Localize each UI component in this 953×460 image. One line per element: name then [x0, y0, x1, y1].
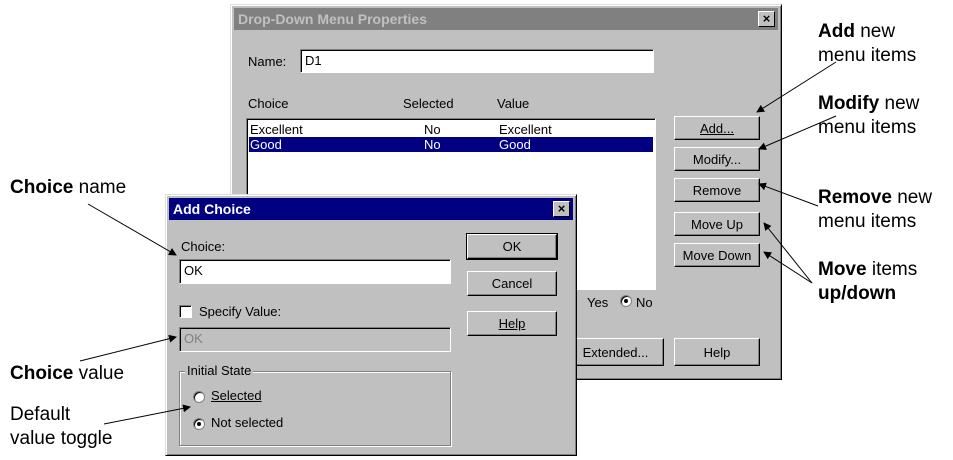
modify-button-label: Modify... — [692, 151, 742, 167]
annotation-rest: value — [73, 363, 125, 384]
radio-selected[interactable] — [193, 391, 205, 403]
name-input[interactable]: D1 — [300, 49, 654, 73]
choice-label: Choice: — [181, 239, 226, 254]
cancel-button-label: Cancel — [491, 276, 533, 291]
add-button[interactable]: Add... — [674, 116, 760, 140]
move-down-button-label: Move Down — [682, 247, 752, 263]
annotation-add: Add new menu items — [818, 20, 916, 68]
help-button-label: Help — [703, 344, 731, 360]
add-button-label: Add... — [700, 120, 734, 136]
annotation-line2: menu items — [818, 211, 917, 232]
cancel-button[interactable]: Cancel — [467, 271, 557, 296]
column-header-value: Value — [497, 96, 530, 111]
close-button[interactable]: × — [758, 11, 775, 27]
annotation-bold: Choice — [10, 177, 74, 198]
dialog-title: Add Choice — [173, 201, 251, 217]
specify-value-label: Specify Value: — [199, 304, 282, 319]
extended-button[interactable]: Extended... — [567, 338, 664, 366]
dialog-title: Drop-Down Menu Properties — [238, 11, 428, 27]
annotation-line2: menu items — [818, 117, 917, 138]
arrow-choice-value — [79, 334, 177, 362]
annotation-bold: Move — [818, 259, 867, 280]
remove-button-label: Remove — [692, 182, 742, 198]
annotation-modify: Modify new menu items — [818, 92, 919, 140]
row-value: Good — [499, 137, 531, 152]
name-label: Name: — [248, 54, 287, 69]
initial-state-group — [179, 371, 451, 446]
annotation-bold: Choice — [10, 363, 74, 384]
help-button[interactable]: Help — [467, 311, 557, 336]
radio-no-label: No — [636, 295, 653, 310]
annotation-rest: new — [854, 21, 896, 42]
annotation-choice-value: Choice value — [10, 362, 124, 386]
row-choice: Good — [250, 137, 282, 152]
radio-not-selected-label: Not selected — [211, 415, 284, 430]
specify-value-checkbox[interactable] — [179, 305, 192, 318]
list-item[interactable]: Good No Good — [249, 137, 653, 152]
annotation-bold: Add — [818, 21, 855, 42]
ok-button[interactable]: OK — [466, 233, 558, 260]
close-icon: × — [762, 11, 771, 26]
close-button[interactable]: × — [553, 201, 570, 217]
radio-yes-label: Yes — [587, 295, 609, 310]
annotation-bold: Remove — [818, 187, 892, 208]
column-header-choice: Choice — [248, 96, 289, 111]
annotation-rest: new — [879, 93, 920, 114]
remove-button[interactable]: Remove — [674, 178, 760, 202]
title-bar: Drop-Down Menu Properties × — [234, 8, 778, 30]
annotation-rest: name — [73, 177, 127, 198]
annotation-default-toggle: Default value toggle — [10, 403, 112, 451]
row-value: Excellent — [499, 122, 552, 137]
modify-button[interactable]: Modify... — [674, 147, 760, 171]
title-bar: Add Choice × — [169, 198, 573, 220]
radio-not-selected[interactable] — [193, 418, 205, 430]
help-button[interactable]: Help — [674, 338, 760, 366]
row-selected: No — [424, 122, 441, 137]
value-field[interactable]: OK — [179, 327, 451, 352]
list-item[interactable]: Excellent No Excellent — [249, 122, 653, 137]
radio-no[interactable] — [620, 295, 632, 307]
radio-selected-label: Selected — [211, 388, 262, 403]
annotation-rest: items — [866, 259, 918, 280]
annotation-choice-name: Choice name — [10, 176, 126, 200]
annotation-line2: up/down — [818, 283, 897, 304]
choice-input[interactable]: OK — [179, 259, 451, 284]
annotation-move: Move items up/down — [818, 258, 917, 306]
help-button-label: Help — [498, 316, 526, 331]
move-up-button[interactable]: Move Up — [674, 212, 760, 236]
move-up-button-label: Move Up — [690, 216, 744, 232]
annotation-remove: Remove new menu items — [818, 186, 932, 234]
annotation-bold: Modify — [818, 93, 880, 114]
close-icon: × — [557, 201, 566, 216]
annotation-line2: menu items — [818, 45, 917, 66]
annotation-line1: Default — [10, 404, 71, 425]
ok-button-label: OK — [502, 239, 522, 254]
add-choice-dialog: Add Choice × Choice: OK Specify Value: O… — [165, 194, 577, 456]
column-header-selected: Selected — [403, 96, 454, 111]
row-choice: Excellent — [250, 122, 303, 137]
extended-button-label: Extended... — [582, 344, 649, 360]
row-selected: No — [424, 137, 441, 152]
move-down-button[interactable]: Move Down — [674, 243, 760, 267]
initial-state-label: Initial State — [185, 363, 254, 378]
annotation-rest: new — [891, 187, 933, 208]
annotation-line2: value toggle — [10, 428, 113, 449]
arrow-choice-name — [87, 203, 177, 256]
